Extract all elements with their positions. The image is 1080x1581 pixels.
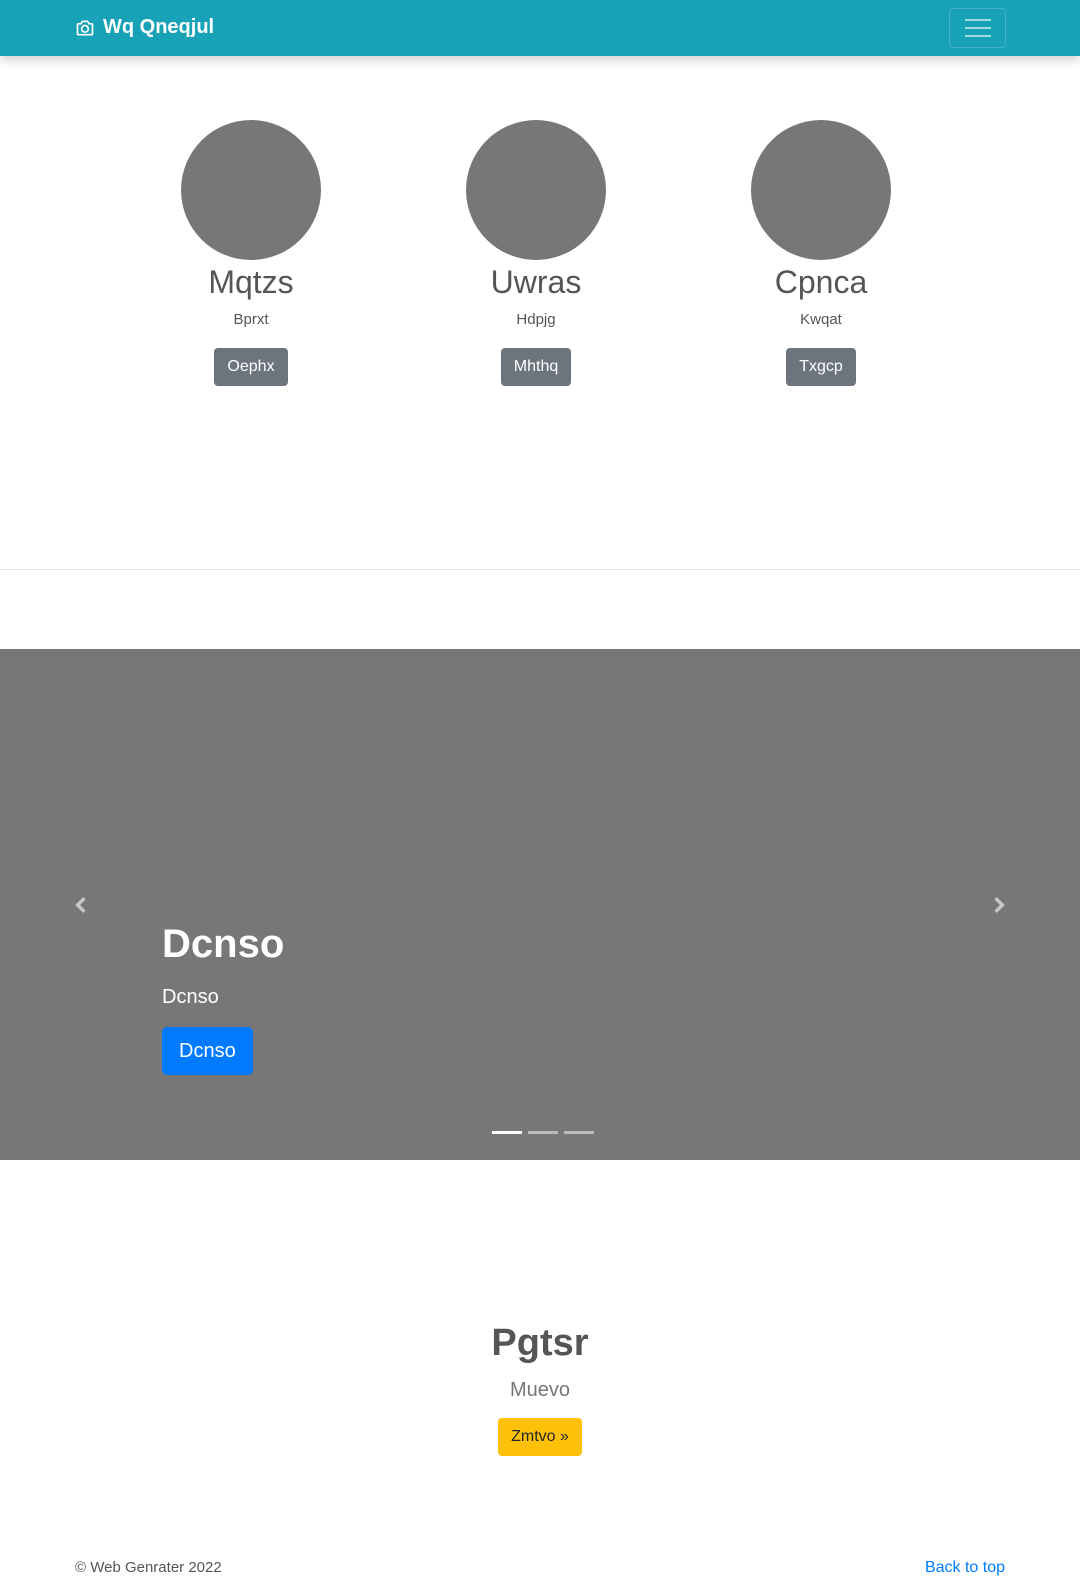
feature-subtitle: Bprxt: [233, 311, 269, 328]
carousel-indicators: [489, 1131, 597, 1134]
carousel: Dcnso Dcnso Dcnso: [0, 649, 1080, 1160]
feature-column: Cpnca Kwqat Txgcp: [721, 120, 921, 386]
feature-column: Uwras Hdpjg Mhthq: [436, 120, 636, 386]
feature-image-placeholder: [466, 120, 606, 260]
brand-name: Wq Qneqjul: [103, 16, 215, 38]
brand-link[interactable]: Wq Qneqjul: [75, 16, 214, 39]
chevron-right-icon: [994, 897, 1005, 913]
features-section: Mqtzs Bprxt Oephx Uwras Hdpjg Mhthq Cpnc…: [0, 56, 1080, 569]
feature-button[interactable]: Mhthq: [500, 348, 572, 386]
navbar-toggler-button[interactable]: [949, 8, 1006, 48]
feature-subtitle: Kwqat: [800, 311, 842, 328]
hero-title: Pgtsr: [491, 1322, 589, 1364]
camera-icon: [76, 20, 94, 36]
section-divider: [0, 569, 1080, 570]
feature-image-placeholder: [181, 120, 321, 260]
feature-column: Mqtzs Bprxt Oephx: [151, 120, 351, 386]
carousel-indicator[interactable]: [564, 1131, 594, 1134]
feature-button[interactable]: Oephx: [214, 348, 288, 386]
chevron-left-icon: [75, 897, 86, 913]
carousel-title: Dcnso: [162, 922, 285, 966]
feature-name: Uwras: [490, 264, 582, 300]
hero-subtitle: Muevo: [509, 1379, 571, 1401]
carousel-indicator[interactable]: [528, 1131, 558, 1134]
hero-section: Pgtsr Muevo Zmtvo »: [0, 1320, 1080, 1456]
feature-button[interactable]: Txgcp: [786, 348, 856, 386]
hamburger-menu-icon: [964, 19, 991, 21]
carousel-prev-button[interactable]: [67, 891, 95, 919]
carousel-next-button[interactable]: [985, 891, 1013, 919]
feature-subtitle: Hdpjg: [516, 311, 556, 328]
carousel-text: Dcnso: [162, 986, 219, 1008]
copyright-text: © Web Genrater 2022: [75, 1559, 222, 1576]
feature-image-placeholder: [751, 120, 891, 260]
feature-name: Cpnca: [774, 264, 868, 300]
footer: © Web Genrater 2022 Back to top: [0, 1556, 1080, 1581]
navbar: Wq Qneqjul: [0, 0, 1080, 56]
carousel-caption: Dcnso Dcnso Dcnso: [162, 919, 284, 1075]
hero-button[interactable]: Zmtvo »: [498, 1418, 582, 1456]
carousel-button[interactable]: Dcnso: [162, 1027, 253, 1075]
feature-name: Mqtzs: [208, 264, 294, 300]
back-to-top-link[interactable]: Back to top: [925, 1559, 1005, 1577]
carousel-indicator[interactable]: [492, 1131, 522, 1134]
